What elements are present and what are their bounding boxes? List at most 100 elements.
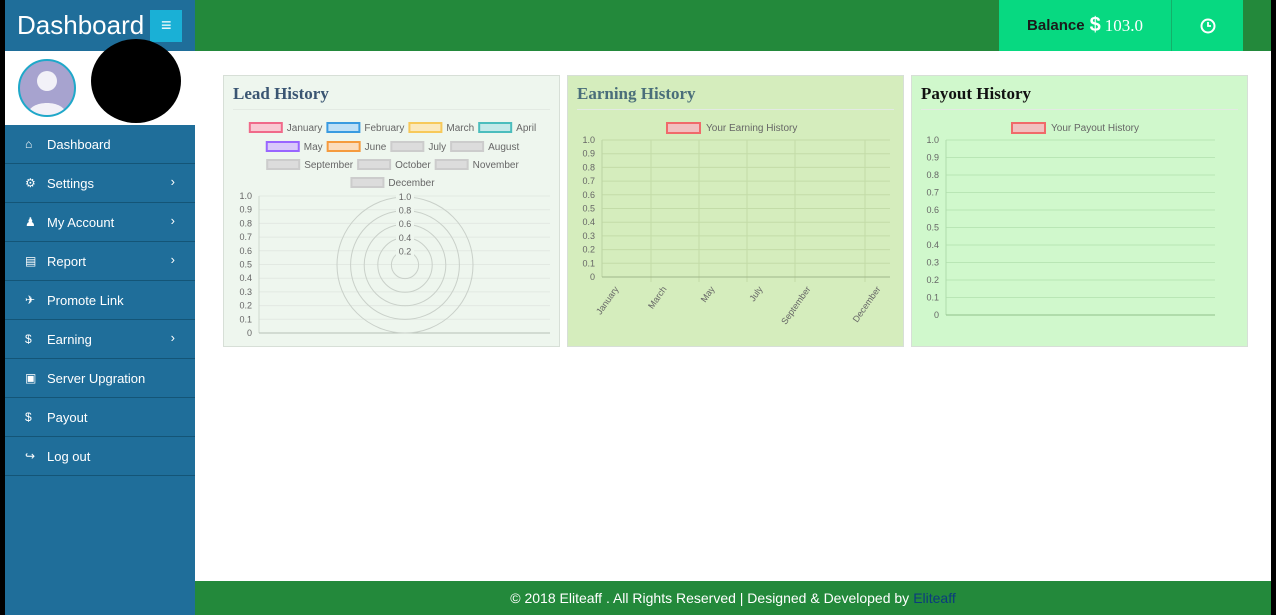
x-tick-label: May (699, 284, 717, 304)
y-tick-label: 0 (590, 272, 595, 282)
y-tick-label: 0.5 (582, 204, 595, 214)
sidebar-item-payout[interactable]: $ Payout (5, 398, 195, 437)
y-tick-label: 0.7 (239, 232, 252, 242)
legend-swatch (248, 122, 283, 133)
y-tick-label: 0 (934, 310, 939, 320)
chevron-right-icon: › (170, 330, 175, 345)
x-tick-label: March (646, 284, 669, 310)
sidebar-item-server-upgration[interactable]: ▣ Server Upgration (5, 359, 195, 398)
sidebar-item-label: Settings (47, 175, 94, 191)
legend-swatch (1011, 122, 1046, 134)
file-icon: ▤ (25, 254, 37, 268)
balance-display: Balance $ 103.0 (999, 0, 1171, 51)
radial-tick-label: 0.2 (399, 246, 412, 256)
legend-label: April (516, 123, 536, 134)
legend-label: July (428, 142, 446, 153)
sidebar-brand: Dashboard ≡ (5, 0, 195, 51)
y-tick-label: 0.7 (582, 176, 595, 186)
legend-swatch (266, 159, 301, 170)
y-tick-label: 0.1 (926, 293, 939, 303)
legend-label: December (388, 178, 435, 189)
legend-label: June (365, 142, 387, 153)
y-tick-label: 0.1 (582, 258, 595, 268)
radial-tick-label: 0.4 (399, 233, 412, 243)
y-tick-label: 0.6 (926, 205, 939, 215)
sidebar-item-label: Promote Link (47, 292, 124, 308)
y-tick-label: 0.5 (926, 223, 939, 233)
plane-icon: ✈ (25, 293, 36, 307)
legend-swatch (666, 122, 701, 134)
dollar-icon: $ (25, 410, 32, 424)
avatar[interactable] (18, 59, 76, 117)
legend-label: May (304, 142, 323, 153)
balance-label: Balance (1027, 17, 1085, 34)
earning-history-panel: Earning History Your Earning History 1.0 0… (567, 75, 904, 347)
clock-icon[interactable] (1172, 0, 1243, 51)
sidebar-item-label: My Account (47, 214, 115, 230)
radial-tick-label: 0.8 (399, 206, 412, 216)
sidebar-item-report[interactable]: ▤ Report › (5, 242, 195, 281)
sidebar-item-earning[interactable]: $ Earning › (5, 320, 195, 359)
dollar-icon: $ (1089, 14, 1101, 36)
home-icon: ⌂ (25, 137, 33, 151)
profile-panel (5, 39, 195, 125)
legend-label: November (473, 160, 520, 171)
legend-swatch (357, 159, 392, 170)
y-tick-label: 0.9 (926, 153, 939, 163)
legend-swatch (265, 141, 300, 152)
payout-history-chart: Your Payout History 1.0 0.9 0.8 0.7 0.6 0.5 0.4… (926, 122, 1215, 320)
chevron-right-icon: › (170, 252, 175, 267)
sidebar-item-log-out[interactable]: ↪ Log out (5, 437, 195, 476)
legend-label: Your Payout History (1051, 123, 1139, 134)
lead-history-panel: Lead History January February March April Ma… (223, 75, 560, 347)
user-icon: ♟ (25, 215, 36, 229)
legend-label: January (287, 123, 323, 134)
sidebar-item-dashboard[interactable]: ⌂ Dashboard (5, 125, 195, 164)
sidebar-item-promote-link[interactable]: ✈ Promote Link (5, 281, 195, 320)
legend-label: September (304, 160, 354, 171)
sidebar-item-label: Dashboard (47, 136, 111, 152)
username-redaction (91, 39, 181, 123)
footer-link[interactable]: Eliteaff (913, 590, 956, 606)
y-tick-label: 1.0 (926, 135, 939, 145)
clock-glyph (1200, 18, 1215, 33)
chevron-right-icon: › (170, 213, 175, 228)
legend-label: August (488, 142, 519, 153)
lead-history-chart: January February March April May June July Augu… (239, 122, 550, 338)
footer: © 2018 Eliteaff . All Rights Reserved | … (195, 581, 1271, 615)
y-tick-label: 0.3 (582, 231, 595, 241)
radial-tick-label: 1.0 (399, 192, 412, 202)
y-tick-label: 0.3 (926, 258, 939, 268)
y-tick-label: 0.2 (239, 301, 252, 311)
legend-label: October (395, 160, 431, 171)
bars-icon[interactable]: ≡ (150, 9, 183, 42)
dollar-icon: $ (25, 332, 32, 346)
y-tick-label: 0.8 (926, 170, 939, 180)
radial-tick-label: 0.6 (399, 219, 412, 229)
y-tick-label: 0.6 (239, 246, 252, 256)
y-tick-label: 0.3 (239, 287, 252, 297)
legend-label: February (364, 123, 404, 134)
gift-icon: ▣ (25, 371, 37, 385)
sidebar-item-settings[interactable]: ⚙ Settings › (5, 164, 195, 203)
sidebar-item-label: Report (47, 253, 87, 269)
footer-text: © 2018 Eliteaff . All Rights Reserved | … (510, 590, 910, 606)
legend-swatch (350, 177, 385, 188)
user-silhouette-icon (28, 71, 66, 115)
sidebar-nav: ⌂ Dashboard ⚙ Settings › ♟ My Account › ▤ Report ›… (5, 125, 195, 476)
y-tick-label: 0.8 (582, 162, 595, 172)
y-tick-label: 1.0 (582, 135, 595, 145)
y-tick-label: 0.7 (926, 188, 939, 198)
sidebar-item-my-account[interactable]: ♟ My Account › (5, 203, 195, 242)
legend-swatch (450, 141, 485, 152)
brand-title: Dashboard (17, 10, 145, 40)
legend-swatch (478, 122, 513, 133)
x-tick-label: December (851, 284, 883, 324)
legend-swatch (390, 141, 425, 152)
chevron-right-icon: › (170, 174, 175, 189)
legend-swatch (326, 122, 361, 133)
legend-swatch (408, 122, 443, 133)
y-tick-label: 0.8 (239, 218, 252, 228)
gear-icon: ⚙ (25, 176, 36, 190)
legend-swatch (326, 141, 361, 152)
